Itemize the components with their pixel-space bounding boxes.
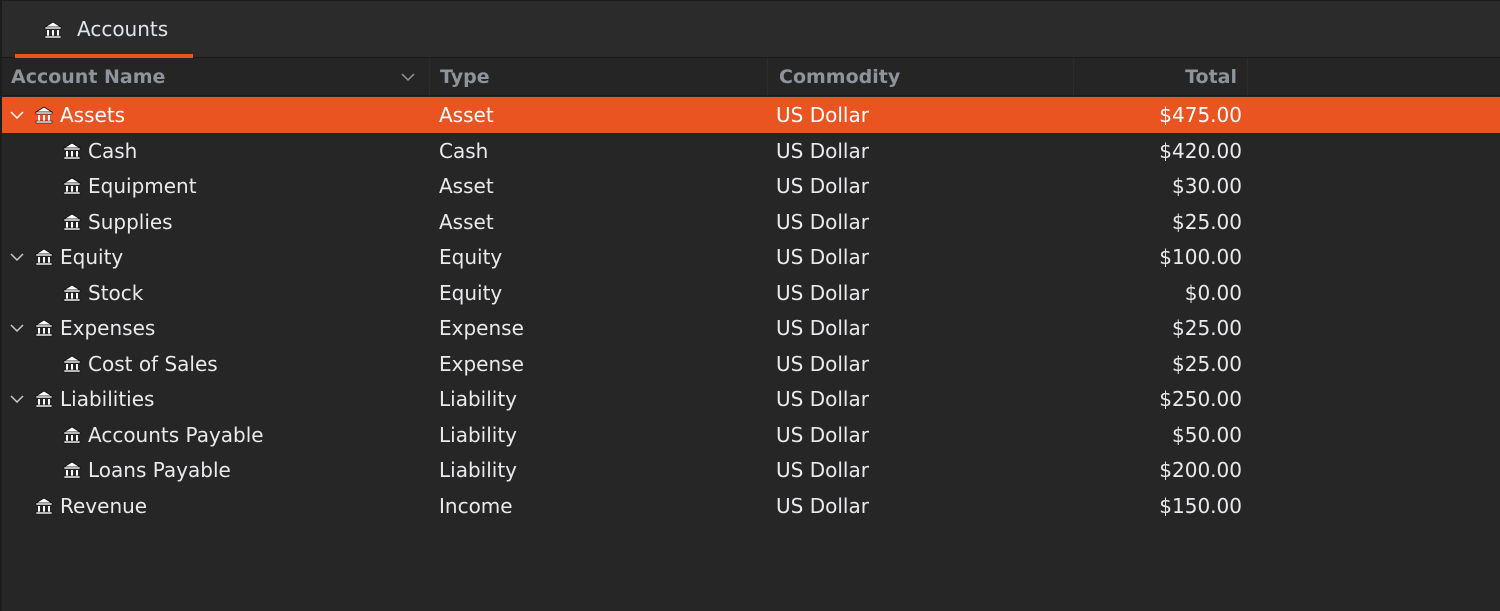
- account-type: Expense: [439, 351, 524, 376]
- bank-icon: [34, 319, 54, 337]
- account-total: $25.00: [1172, 209, 1242, 234]
- expander-chevron-down-icon[interactable]: [9, 108, 25, 122]
- tab-bar: Accounts: [0, 0, 1500, 58]
- expander-chevron-down-icon[interactable]: [9, 321, 25, 335]
- bank-icon: [62, 142, 82, 159]
- account-type: Equity: [439, 280, 503, 305]
- account-type: Equity: [439, 245, 503, 269]
- account-name: Liabilities: [60, 387, 155, 411]
- account-type: Income: [439, 493, 513, 518]
- bank-icon: [34, 497, 54, 514]
- bank-icon: [62, 426, 82, 443]
- bank-icon: [62, 213, 82, 230]
- account-commodity: US Dollar: [776, 316, 869, 340]
- account-type: Asset: [439, 174, 494, 198]
- bank-icon: [43, 21, 63, 39]
- account-row[interactable]: Expenses Expense US Dollar $25.00: [2, 310, 1500, 346]
- account-name: Equity: [60, 245, 124, 269]
- account-name: Loans Payable: [88, 458, 231, 482]
- column-header-account-name[interactable]: Account Name: [2, 58, 430, 96]
- account-commodity: US Dollar: [776, 138, 869, 163]
- bank-icon: [62, 177, 82, 195]
- bank-icon: [62, 284, 82, 301]
- bank-icon: [34, 106, 54, 124]
- account-commodity: US Dollar: [776, 422, 869, 447]
- account-total: $25.00: [1172, 351, 1242, 376]
- bank-icon: [62, 461, 82, 479]
- expander-chevron-down-icon[interactable]: [9, 392, 25, 406]
- account-commodity: US Dollar: [776, 387, 869, 411]
- account-total: $25.00: [1172, 316, 1242, 340]
- account-name: Supplies: [88, 209, 173, 234]
- account-type: Asset: [439, 103, 494, 127]
- account-row[interactable]: Equity Equity US Dollar $100.00: [2, 239, 1500, 275]
- account-name: Stock: [88, 280, 144, 305]
- column-header-label: Account Name: [11, 66, 166, 88]
- account-type: Cash: [439, 138, 489, 163]
- bank-icon: [62, 355, 82, 372]
- column-header-label: Type: [440, 66, 490, 88]
- bank-icon: [34, 248, 54, 266]
- account-total: $200.00: [1159, 458, 1242, 482]
- column-header-total[interactable]: Total: [1074, 58, 1248, 96]
- account-row[interactable]: Revenue Income US Dollar $150.00: [2, 488, 1500, 524]
- column-header-label: Commodity: [779, 66, 901, 88]
- account-commodity: US Dollar: [776, 458, 869, 482]
- account-total: $475.00: [1159, 103, 1242, 127]
- account-row[interactable]: Cost of Sales Expense US Dollar $25.00: [2, 346, 1500, 382]
- account-total: $0.00: [1184, 280, 1242, 305]
- account-row[interactable]: Liabilities Liability US Dollar $250.00: [2, 381, 1500, 417]
- account-type: Liability: [439, 458, 517, 482]
- account-tree: Assets Asset US Dollar $475.00 Cash Cash US Do…: [2, 97, 1500, 523]
- account-commodity: US Dollar: [776, 245, 869, 269]
- account-name: Cost of Sales: [88, 351, 218, 376]
- account-row[interactable]: Equipment Asset US Dollar $30.00: [2, 168, 1500, 204]
- account-row[interactable]: Loans Payable Liability US Dollar $200.00: [2, 452, 1500, 488]
- tab-accounts[interactable]: Accounts: [15, 1, 193, 58]
- account-total: $150.00: [1159, 493, 1242, 518]
- account-type: Expense: [439, 316, 524, 340]
- bank-icon: [34, 390, 54, 408]
- account-name: Assets: [60, 103, 126, 127]
- expander-chevron-down-icon[interactable]: [9, 250, 25, 264]
- account-commodity: US Dollar: [776, 103, 869, 127]
- account-commodity: US Dollar: [776, 174, 869, 198]
- column-header-type[interactable]: Type: [430, 58, 768, 96]
- chevron-down-icon[interactable]: [400, 70, 416, 84]
- account-total: $250.00: [1159, 387, 1242, 411]
- account-row[interactable]: Supplies Asset US Dollar $25.00: [2, 204, 1500, 240]
- account-commodity: US Dollar: [776, 493, 869, 518]
- account-name: Cash: [88, 138, 138, 163]
- column-header-row: Account Name Type Commodity Total: [2, 58, 1500, 96]
- accounts-window: Accounts Account Name Type Commodity Tot…: [0, 0, 1500, 611]
- account-commodity: US Dollar: [776, 351, 869, 376]
- tab-label: Accounts: [77, 17, 169, 41]
- account-name: Equipment: [88, 174, 197, 198]
- account-name: Revenue: [60, 493, 148, 518]
- account-type: Asset: [439, 209, 494, 234]
- window-border: [0, 0, 2, 611]
- account-total: $100.00: [1159, 245, 1242, 269]
- account-type: Liability: [439, 387, 517, 411]
- column-header-commodity[interactable]: Commodity: [768, 58, 1074, 96]
- account-row[interactable]: Cash Cash US Dollar $420.00: [2, 133, 1500, 169]
- account-total: $30.00: [1172, 174, 1242, 198]
- account-commodity: US Dollar: [776, 280, 869, 305]
- account-name: Accounts Payable: [88, 422, 264, 447]
- column-header-label: Total: [1185, 66, 1237, 88]
- account-commodity: US Dollar: [776, 209, 869, 234]
- account-row[interactable]: Assets Asset US Dollar $475.00: [2, 97, 1500, 133]
- account-total: $50.00: [1172, 422, 1242, 447]
- account-row[interactable]: Stock Equity US Dollar $0.00: [2, 275, 1500, 311]
- account-name: Expenses: [60, 316, 156, 340]
- account-type: Liability: [439, 422, 517, 447]
- account-row[interactable]: Accounts Payable Liability US Dollar $50.00: [2, 417, 1500, 453]
- account-total: $420.00: [1159, 138, 1242, 163]
